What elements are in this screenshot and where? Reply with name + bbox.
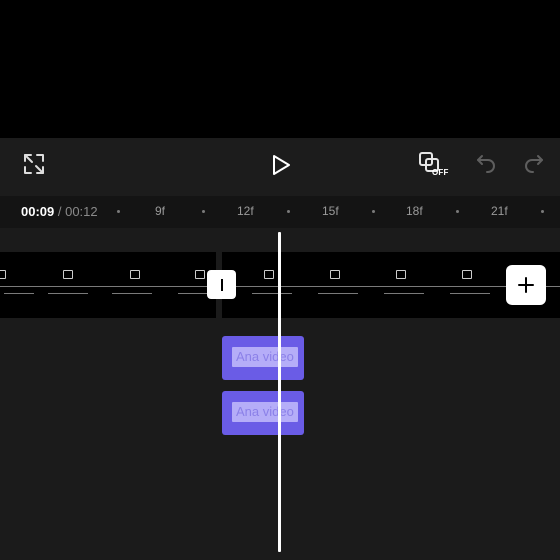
play-button[interactable]: [268, 151, 294, 179]
frame-thumbnail: [396, 270, 406, 279]
timecode: 00:09 / 00:12: [21, 204, 98, 219]
play-icon: [273, 155, 290, 175]
frame-caption-line: [0, 286, 216, 287]
frame-thumbnail: [264, 270, 274, 279]
frame-thumbnail: [195, 270, 205, 279]
total-time: 00:12: [65, 204, 98, 219]
ruler-dot: [287, 210, 290, 213]
text-track-label: Ana video: [232, 402, 298, 422]
redo-icon: [525, 155, 543, 173]
text-track-label: Ana video: [232, 347, 298, 367]
frame-thumbnail: [462, 270, 472, 279]
ruler-dot: [372, 210, 375, 213]
frame-caption-line: [252, 293, 292, 294]
undo-button[interactable]: [474, 152, 498, 176]
frame-caption-line: [384, 293, 424, 294]
frame-caption-line: [450, 293, 490, 294]
text-track[interactable]: Ana video: [222, 391, 304, 435]
frame-caption-line: [48, 293, 88, 294]
overlay-off-badge: OFF: [432, 168, 449, 177]
ruler-dot: [456, 210, 459, 213]
add-clip-button[interactable]: [506, 265, 546, 305]
video-preview[interactable]: [0, 0, 560, 138]
overlay-toggle-button[interactable]: OFF: [418, 150, 452, 180]
ruler-tick: 9f: [155, 204, 166, 218]
time-separator: /: [54, 204, 66, 219]
frame-caption-line: [178, 293, 208, 294]
transition-icon: [220, 278, 223, 291]
plus-icon: [518, 277, 534, 293]
frame-thumbnail: [63, 270, 73, 279]
ruler-dot: [541, 210, 544, 213]
fullscreen-button[interactable]: [22, 152, 46, 176]
playhead[interactable]: [278, 232, 281, 552]
text-track[interactable]: Ana video: [222, 336, 304, 380]
ruler-tick: 12f: [237, 204, 254, 218]
current-time: 00:09: [21, 204, 55, 219]
frame-thumbnail: [0, 270, 6, 279]
time-ruler[interactable]: 00:09 / 00:12 9f 12f 15f 18f 21f: [0, 196, 560, 228]
frame-caption-line: [4, 293, 34, 294]
frame-thumbnail: [330, 270, 340, 279]
redo-button[interactable]: [522, 152, 546, 176]
transition-button[interactable]: [207, 270, 236, 299]
frame-caption-line: [318, 293, 358, 294]
expand-arrows-icon: [24, 154, 44, 174]
undo-icon: [477, 155, 495, 173]
frame-caption-line: [112, 293, 152, 294]
ruler-dot: [117, 210, 120, 213]
player-controls: OFF: [0, 138, 560, 196]
ruler-tick: 21f: [491, 204, 508, 218]
ruler-dot: [202, 210, 205, 213]
ruler-tick: 15f: [322, 204, 339, 218]
ruler-tick: 18f: [406, 204, 423, 218]
video-clip[interactable]: [0, 252, 216, 318]
frame-thumbnail: [130, 270, 140, 279]
